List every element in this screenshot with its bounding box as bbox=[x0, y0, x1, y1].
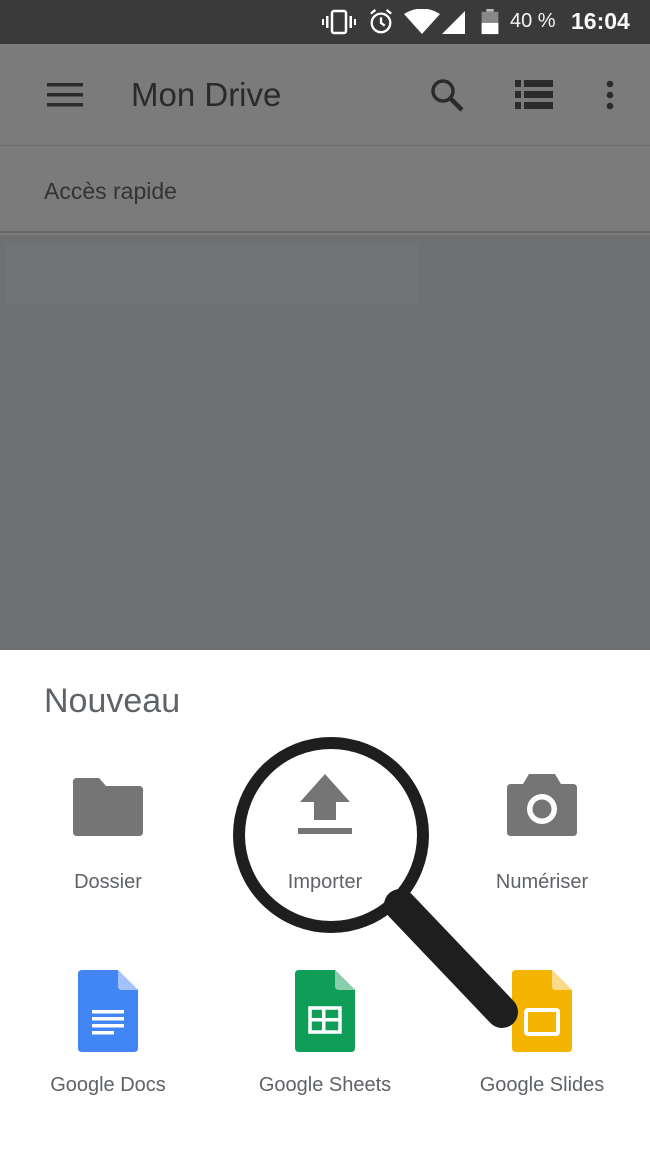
file-card bbox=[6, 243, 418, 303]
google-slides-label: Google Slides bbox=[479, 1074, 605, 1096]
clock: 16:04 bbox=[571, 8, 630, 34]
google-slides-icon bbox=[512, 970, 572, 1052]
google-sheets-icon bbox=[295, 970, 355, 1052]
search-button[interactable] bbox=[422, 70, 472, 120]
menu-button[interactable] bbox=[40, 70, 90, 120]
app-toolbar: Mon Drive bbox=[0, 44, 650, 146]
google-sheets-label: Google Sheets bbox=[258, 1074, 392, 1096]
google-docs-label: Google Docs bbox=[50, 1074, 166, 1096]
new-folder-label: Dossier bbox=[74, 871, 142, 893]
vibrate-icon bbox=[322, 9, 356, 35]
list-view-icon bbox=[515, 80, 553, 109]
google-slides-option[interactable]: Google Slides bbox=[442, 968, 642, 1118]
upload-icon bbox=[298, 774, 352, 834]
google-docs-option[interactable]: Google Docs bbox=[8, 968, 208, 1118]
battery-percentage: 40 % bbox=[510, 10, 556, 32]
camera-icon bbox=[507, 774, 577, 836]
list-view-button[interactable] bbox=[509, 70, 559, 120]
search-icon bbox=[431, 79, 464, 112]
battery-icon bbox=[481, 9, 499, 35]
page-title: Mon Drive bbox=[131, 76, 282, 113]
scan-option[interactable]: Numériser bbox=[442, 760, 642, 910]
quick-access-label: Accès rapide bbox=[44, 178, 177, 204]
new-item-sheet: Nouveau Dossier Importer Numériser Googl… bbox=[0, 650, 650, 1156]
more-vert-icon bbox=[606, 80, 614, 110]
folder-icon bbox=[73, 778, 143, 836]
more-options-button[interactable] bbox=[585, 70, 635, 120]
alarm-icon bbox=[370, 9, 392, 34]
upload-option[interactable]: Importer bbox=[225, 760, 425, 910]
quick-access-content bbox=[0, 235, 650, 650]
upload-label: Importer bbox=[287, 871, 363, 893]
cell-signal-icon bbox=[442, 11, 465, 34]
wifi-icon bbox=[404, 9, 440, 34]
google-sheets-option[interactable]: Google Sheets bbox=[225, 968, 425, 1118]
status-bar: 40 % 16:04 bbox=[0, 0, 650, 44]
google-docs-icon bbox=[78, 970, 138, 1052]
scan-label: Numériser bbox=[495, 871, 589, 893]
sheet-heading: Nouveau bbox=[44, 682, 181, 720]
new-folder-option[interactable]: Dossier bbox=[8, 760, 208, 910]
quick-access-header: Accès rapide bbox=[0, 147, 650, 233]
menu-icon bbox=[47, 83, 83, 107]
drive-app-background: Mon Drive Accès rapide bbox=[0, 44, 650, 650]
